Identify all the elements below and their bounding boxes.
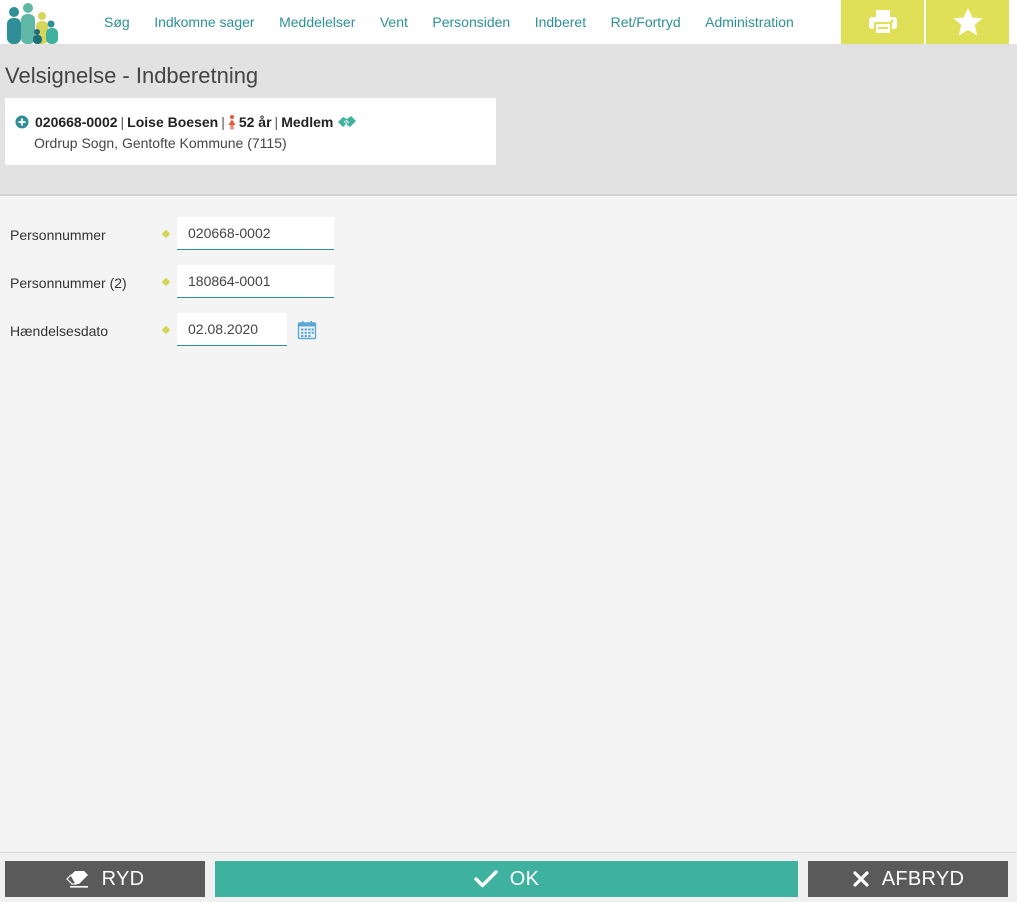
person-age: 52 år — [238, 114, 272, 130]
personnummer-2-label: Personnummer (2) — [10, 275, 127, 291]
close-icon — [853, 871, 869, 887]
clear-button[interactable]: RYD — [5, 861, 205, 897]
female-icon — [228, 114, 236, 129]
calendar-icon[interactable] — [297, 320, 317, 340]
page-title: Velsignelse - Indberetning — [5, 63, 259, 88]
nav-item-sog[interactable]: Søg — [104, 14, 130, 30]
required-marker-icon — [161, 325, 171, 335]
person-status: Medlem — [281, 114, 334, 130]
person-card: 020668-0002 | Loise Boesen | 52 år | Med… — [5, 98, 496, 165]
cancel-button[interactable]: AFBRYD — [808, 861, 1008, 897]
action-bar: RYD OK AFBRYD — [0, 852, 1017, 902]
top-navigation-bar: Søg Indkomne sager Meddelelser Vent Pers… — [0, 0, 1017, 45]
personnummer-2-input[interactable] — [177, 265, 334, 298]
clear-button-label: RYD — [101, 867, 145, 890]
haendelsesdato-label: Hændelsesdato — [10, 323, 109, 339]
main-menu: Søg Indkomne sager Meddelelser Vent Pers… — [104, 0, 818, 44]
required-marker-icon — [161, 229, 171, 239]
person-location: Ordrup Sogn, Gentofte Kommune (7115) — [34, 135, 287, 151]
page-header: Velsignelse - Indberetning 020668-0002 |… — [0, 45, 1017, 196]
nav-item-indkomne-sager[interactable]: Indkomne sager — [154, 14, 254, 30]
nav-item-ret-fortryd[interactable]: Ret/Fortryd — [611, 14, 681, 30]
favorite-button[interactable] — [926, 0, 1009, 44]
handshake-icon — [338, 116, 357, 127]
person-name: Loise Boesen — [127, 114, 219, 130]
print-button[interactable] — [841, 0, 924, 44]
person-summary: 020668-0002 | Loise Boesen | 52 år | Med… — [15, 114, 357, 130]
ok-button[interactable]: OK — [215, 861, 798, 897]
personnummer-input[interactable] — [177, 217, 334, 250]
cancel-button-label: AFBRYD — [881, 867, 965, 890]
form-row-personnummer: Personnummer — [0, 217, 400, 251]
personnummer-label: Personnummer — [10, 227, 106, 243]
nav-item-vent[interactable]: Vent — [380, 14, 408, 30]
expand-plus-icon[interactable] — [15, 115, 29, 129]
person-cpr: 020668-0002 — [35, 114, 118, 130]
print-icon — [868, 10, 897, 35]
nav-item-meddelelser[interactable]: Meddelelser — [279, 14, 355, 30]
ok-button-label: OK — [509, 867, 540, 890]
star-icon — [953, 8, 982, 36]
checkmark-icon — [474, 870, 498, 888]
nav-item-indberet[interactable]: Indberet — [535, 14, 586, 30]
haendelsesdato-input[interactable] — [177, 313, 287, 346]
required-marker-icon — [161, 277, 171, 287]
eraser-icon — [65, 871, 88, 888]
nav-item-personsiden[interactable]: Personsiden — [432, 14, 510, 30]
app-logo[interactable] — [4, 2, 62, 44]
form-row-personnummer-2: Personnummer (2) — [0, 265, 400, 299]
nav-item-administration[interactable]: Administration — [705, 14, 794, 30]
form-row-haendelsesdato: Hændelsesdato — [0, 313, 400, 347]
